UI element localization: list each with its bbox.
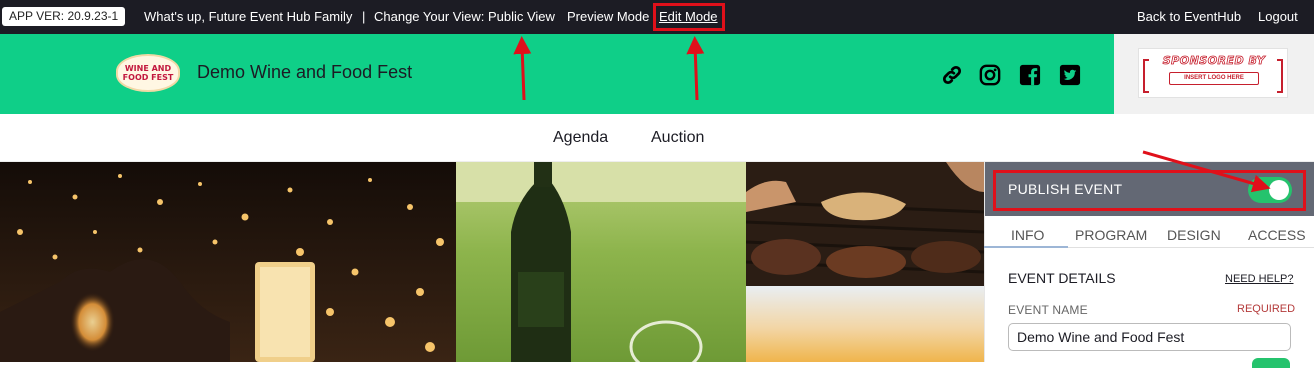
wine-photo <box>456 162 746 362</box>
lanterns-image <box>0 162 456 362</box>
edit-mode-highlight <box>653 3 725 31</box>
preview-mode-link[interactable]: Preview Mode <box>567 9 649 24</box>
app-version-badge: APP VER: 20.9.23-1 <box>2 7 126 26</box>
event-header: WINE AND FOOD FEST Demo Wine and Food Fes… <box>0 34 1114 114</box>
lanterns-photo <box>0 162 456 362</box>
logout-link[interactable]: Logout <box>1258 9 1298 24</box>
section-title: EVENT DETAILS <box>1008 270 1116 286</box>
partial-toggle[interactable] <box>1252 358 1290 368</box>
event-name-input[interactable] <box>1008 323 1291 351</box>
separator: | <box>362 9 366 24</box>
instagram-icon[interactable] <box>979 64 1001 86</box>
logo-line-2: FOOD FEST <box>122 73 174 82</box>
sponsor-logo[interactable]: SPONSORED BY INSERT LOGO HERE <box>1138 48 1288 98</box>
nav-auction[interactable]: Auction <box>651 129 704 147</box>
sponsor-title: SPONSORED BY <box>1162 54 1266 68</box>
active-tab-indicator <box>984 246 1068 248</box>
tab-program[interactable]: PROGRAM <box>1075 227 1147 243</box>
tab-info[interactable]: INFO <box>1011 227 1044 243</box>
required-label: REQUIRED <box>1237 303 1296 315</box>
logo-line-1: WINE AND <box>124 64 172 73</box>
sunset-image <box>746 286 984 362</box>
change-view-link[interactable]: Change Your View: Public View <box>374 9 555 24</box>
grill-photo <box>746 162 984 286</box>
link-icon[interactable] <box>941 64 963 86</box>
tab-access[interactable]: ACCESS <box>1248 227 1306 243</box>
tab-design[interactable]: DESIGN <box>1167 227 1221 243</box>
nav-agenda[interactable]: Agenda <box>553 129 608 147</box>
facebook-icon[interactable] <box>1019 64 1041 86</box>
twitter-icon[interactable] <box>1059 64 1081 86</box>
back-to-eventhub-link[interactable]: Back to EventHub <box>1137 9 1241 24</box>
wine-image <box>456 162 746 362</box>
publish-highlight <box>993 170 1306 211</box>
need-help-link[interactable]: NEED HELP? <box>1225 273 1293 285</box>
event-name-label: EVENT NAME <box>1008 303 1088 317</box>
event-logo[interactable]: WINE AND FOOD FEST <box>116 54 180 92</box>
sunset-photo <box>746 286 984 362</box>
grill-image <box>746 162 984 286</box>
greeting-text: What's up, Future Event Hub Family <box>144 9 353 24</box>
event-title: Demo Wine and Food Fest <box>197 62 413 82</box>
sponsor-subtitle: INSERT LOGO HERE <box>1169 72 1259 85</box>
event-nav: Agenda Auction <box>0 114 1314 162</box>
